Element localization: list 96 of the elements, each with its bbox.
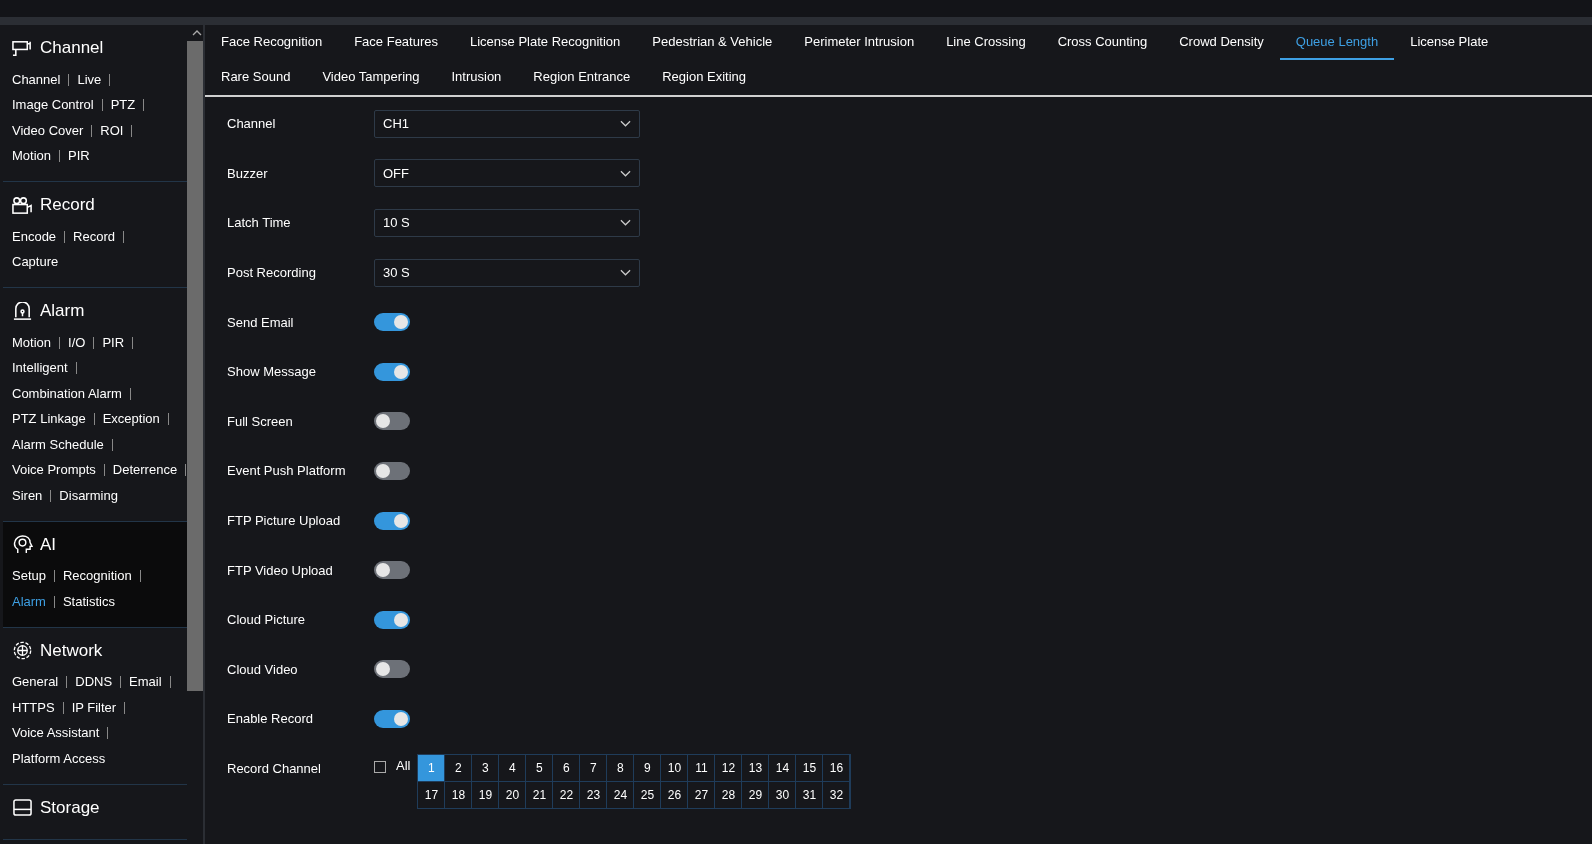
tab[interactable]: Pedestrian & Vehicle — [636, 25, 789, 60]
menu-link[interactable]: Deterrence — [112, 462, 178, 479]
menu-link[interactable]: I/O — [68, 334, 86, 351]
menu-link[interactable]: General — [12, 674, 59, 691]
menu-link[interactable]: Motion — [12, 148, 52, 165]
field-label: FTP Picture Upload — [227, 513, 342, 529]
field-label: Cloud Picture — [227, 612, 307, 628]
menu-link[interactable]: ROI — [100, 122, 124, 139]
menu-link[interactable]: Alarm Schedule — [12, 436, 104, 453]
dropdown[interactable]: CH1 — [374, 109, 640, 138]
globe-icon — [12, 641, 33, 660]
tab[interactable]: Face Recognition — [205, 25, 339, 60]
chevron-down-icon — [620, 219, 631, 227]
field-label: Send Email — [227, 314, 295, 330]
menu-link[interactable]: Encode — [12, 228, 57, 245]
menu-link[interactable]: Siren — [12, 487, 43, 504]
hard-drive-icon — [12, 798, 33, 817]
menu-link[interactable]: Record — [73, 228, 115, 245]
menu-link[interactable]: Live — [77, 71, 102, 88]
menu-link[interactable]: Disarming — [59, 487, 118, 504]
menu-link[interactable]: Voice Prompts — [12, 462, 96, 479]
toggle-switch[interactable] — [374, 660, 410, 679]
section-title[interactable]: Channel — [40, 38, 104, 58]
menu-link[interactable]: Setup — [12, 568, 46, 585]
menu-link[interactable]: Motion — [12, 334, 52, 351]
toggle-switch[interactable] — [374, 362, 410, 381]
checkbox-label: All — [396, 758, 411, 773]
menu-link[interactable]: PTZ — [110, 97, 136, 114]
field-label: Latch Time — [227, 215, 292, 231]
menu-link[interactable]: Intelligent — [12, 360, 68, 377]
chevron-down-icon — [620, 169, 631, 177]
chevron-down-icon — [620, 120, 631, 128]
head-icon — [12, 535, 33, 554]
menu-link[interactable]: Video Cover — [12, 122, 84, 139]
section-title[interactable]: AI — [40, 534, 57, 555]
dropdown[interactable]: 30 S — [374, 258, 640, 287]
video-camera-icon — [12, 195, 33, 215]
field-label: Post Recording — [227, 265, 317, 281]
tab[interactable]: Line Crossing — [930, 25, 1042, 60]
tab[interactable]: Face Features — [338, 25, 454, 60]
field-label: Show Message — [227, 364, 317, 380]
dropdown[interactable]: OFF — [374, 159, 640, 188]
checkbox[interactable] — [374, 761, 386, 773]
menu-link[interactable]: Channel — [12, 71, 61, 88]
field-label: Cloud Video — [227, 661, 299, 677]
menu-link[interactable]: Capture — [12, 254, 59, 271]
channel-button[interactable]: 16 — [823, 755, 851, 781]
tab[interactable]: Crowd Density — [1163, 25, 1280, 60]
menu-link[interactable]: Recognition — [63, 568, 132, 585]
tab[interactable]: License Plate — [1394, 25, 1505, 60]
field-label: Full Screen — [227, 413, 294, 429]
menu-link[interactable]: Image Control — [12, 97, 94, 114]
menu-link[interactable]: PIR — [68, 148, 90, 165]
tab[interactable]: Video Tampering — [306, 60, 436, 95]
toggle-switch[interactable] — [374, 511, 410, 530]
field-label: Record Channel — [227, 761, 322, 776]
toggle-switch[interactable] — [374, 561, 410, 580]
menu-link[interactable]: Statistics — [62, 593, 115, 610]
field-label: Event Push Platform — [227, 463, 347, 479]
tab[interactable]: Queue Length — [1279, 25, 1395, 60]
chevron-down-icon — [620, 269, 631, 277]
tab[interactable]: Rare Sound — [205, 60, 307, 95]
menu-link[interactable]: Exception — [102, 411, 160, 428]
menu-link[interactable]: Platform Access — [12, 750, 106, 767]
menu-link[interactable]: Voice Assistant — [12, 725, 100, 742]
menu-link[interactable]: HTTPS — [12, 699, 55, 716]
toggle-switch[interactable] — [374, 709, 410, 728]
tab[interactable]: Intrusion — [435, 60, 518, 95]
tab[interactable]: Region Entrance — [517, 60, 647, 95]
menu-link[interactable]: PIR — [102, 334, 125, 351]
toggle-switch[interactable] — [374, 313, 410, 332]
menu-link[interactable]: IP Filter — [71, 699, 117, 716]
tab[interactable]: Cross Counting — [1041, 25, 1164, 60]
dropdown[interactable]: 10 S — [374, 209, 640, 237]
menu-link[interactable]: PTZ Linkage — [12, 411, 86, 428]
field-label: Channel — [227, 116, 277, 132]
section-title[interactable]: Storage — [40, 797, 100, 818]
tab[interactable]: Perimeter Intrusion — [788, 25, 931, 60]
tab[interactable]: License Plate Recognition — [454, 25, 637, 60]
tab[interactable]: Region Exiting — [646, 60, 763, 95]
channel-button[interactable]: 32 — [823, 782, 851, 808]
menu-link[interactable]: Email — [129, 674, 162, 691]
camera-icon — [12, 38, 33, 58]
menu-link[interactable]: Combination Alarm — [12, 385, 122, 402]
section-title[interactable]: Alarm — [40, 301, 85, 321]
field-label: Enable Record — [227, 711, 314, 727]
section-title[interactable]: Network — [40, 640, 103, 661]
section-title[interactable]: Record — [40, 195, 95, 215]
menu-link[interactable]: DDNS — [75, 674, 113, 691]
field-label: Buzzer — [227, 165, 269, 181]
alarm-light-icon — [12, 301, 33, 321]
toggle-switch[interactable] — [374, 412, 410, 431]
field-label: FTP Video Upload — [227, 562, 334, 578]
toggle-switch[interactable] — [374, 610, 410, 629]
toggle-switch[interactable] — [374, 461, 410, 480]
menu-link[interactable]: Alarm — [12, 593, 46, 610]
